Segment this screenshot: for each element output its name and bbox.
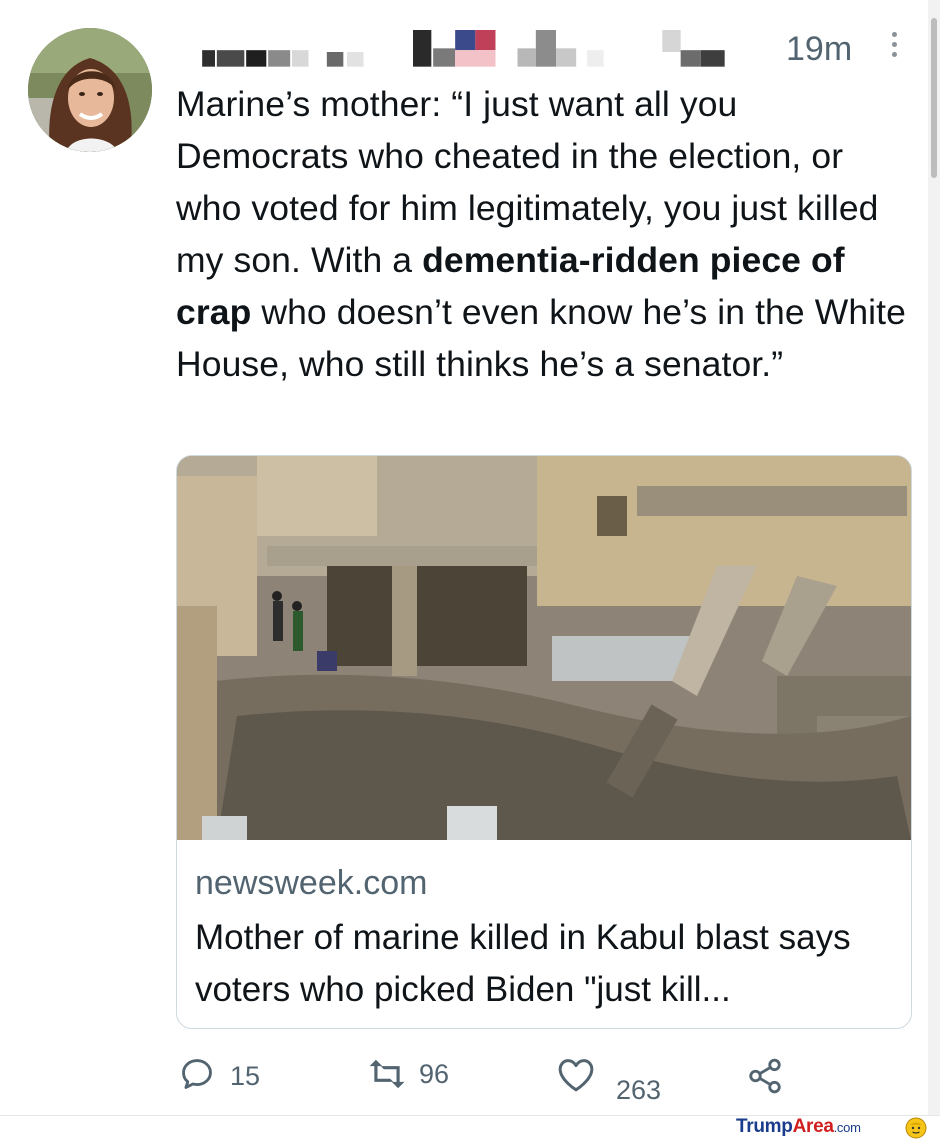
watermark: TrumpArea.com [736, 1116, 861, 1138]
more-vertical-icon[interactable] [887, 32, 901, 62]
retweet-icon [369, 1059, 405, 1089]
card-domain: newsweek.com [195, 864, 428, 902]
reply-icon [182, 1059, 212, 1089]
scrollbar-thumb[interactable] [931, 18, 937, 178]
share-icon [749, 1058, 781, 1094]
rubble-photo [177, 456, 911, 840]
share-button[interactable] [745, 1057, 785, 1095]
like-count: 263 [616, 1075, 662, 1105]
retweet-button[interactable]: 96 [365, 1055, 449, 1093]
like-button[interactable]: 263 [556, 1055, 661, 1106]
watermark-part2: Area [792, 1116, 834, 1137]
retweet-count: 96 [419, 1059, 450, 1089]
tweet-text: Marine’s mother: “I just want all you De… [176, 78, 916, 390]
tweet-text-part: who doesn’t even know he’s in the White … [176, 292, 906, 384]
profile-photo [28, 28, 152, 152]
redacted-username [202, 30, 725, 67]
tweet-timestamp[interactable]: 19m [786, 30, 852, 69]
watermark-part3: .com [833, 1120, 861, 1135]
watermark-part1: Trump [736, 1116, 793, 1137]
heart-icon [558, 1059, 594, 1092]
avatar[interactable] [28, 28, 152, 152]
watermark-logo-icon [905, 1117, 927, 1139]
tweet-actions: 15 96 263 [0, 1055, 940, 1115]
scrollbar[interactable] [928, 0, 940, 1115]
reply-count: 15 [230, 1061, 261, 1091]
reply-button[interactable]: 15 [178, 1055, 260, 1093]
link-card[interactable]: newsweek.com Mother of marine killed in … [176, 455, 912, 1029]
card-title: Mother of marine killed in Kabul blast s… [195, 918, 851, 1009]
